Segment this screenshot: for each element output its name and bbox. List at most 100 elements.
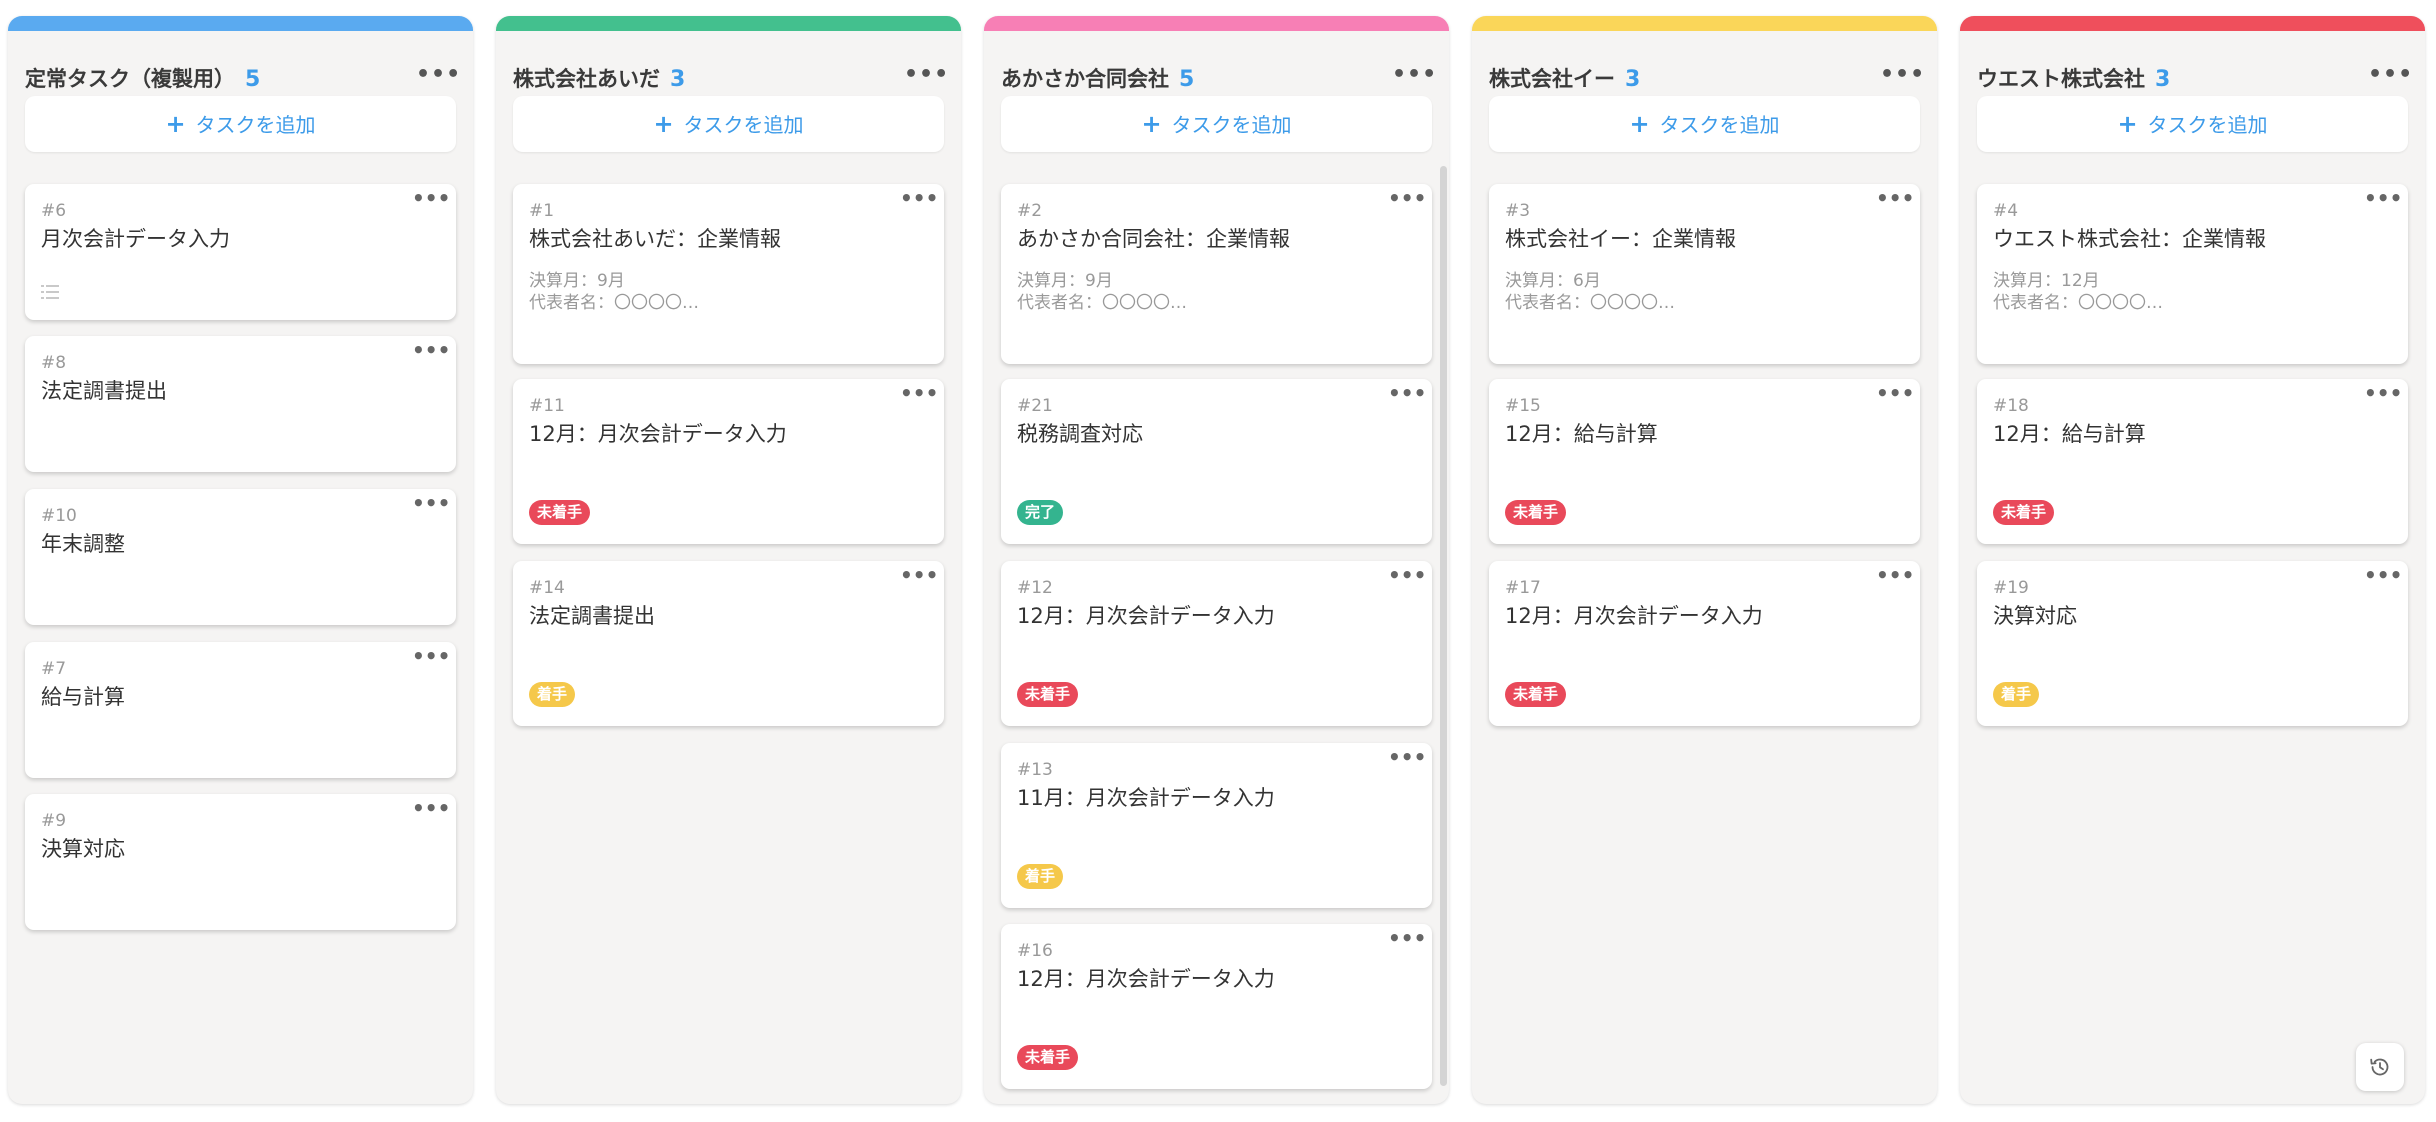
task-id: #21: [1017, 396, 1053, 416]
column-menu-icon[interactable]: •••: [416, 60, 460, 96]
task-card[interactable]: #19 決算対応 ••• 着手: [1977, 561, 2408, 726]
task-card[interactable]: #1 株式会社あいだ：企業情報 ••• 決算月：9月 代表者名：〇〇〇〇…: [513, 184, 944, 364]
task-card[interactable]: #2 あかさか合同会社：企業情報 ••• 決算月：9月 代表者名：〇〇〇〇…: [1001, 184, 1432, 364]
card-menu-icon[interactable]: •••: [412, 340, 450, 364]
card-menu-icon[interactable]: •••: [1876, 188, 1914, 212]
task-card[interactable]: #16 12月：月次会計データ入力 ••• 未着手: [1001, 924, 1432, 1089]
card-menu-icon[interactable]: •••: [1388, 565, 1426, 589]
column-title[interactable]: あかさか合同会社 5: [1001, 63, 1194, 93]
column-task-count: 5: [1179, 67, 1195, 92]
task-id: #13: [1017, 760, 1053, 780]
card-menu-icon[interactable]: •••: [1876, 383, 1914, 407]
task-meta: 代表者名：〇〇〇〇…: [1017, 293, 1187, 313]
task-id: #1: [529, 201, 555, 221]
task-card[interactable]: #7 給与計算 •••: [25, 642, 456, 778]
status-badge: 未着手: [529, 500, 591, 525]
task-id: #15: [1505, 396, 1541, 416]
column-scrollbar[interactable]: [1440, 166, 1447, 1086]
task-card[interactable]: #15 12月：給与計算 ••• 未着手: [1489, 379, 1920, 544]
task-card[interactable]: #3 株式会社イー：企業情報 ••• 決算月：6月 代表者名：〇〇〇〇…: [1489, 184, 1920, 364]
task-card[interactable]: #6 月次会計データ入力 •••: [25, 184, 456, 320]
column-header: 定常タスク（複製用） 5 •••: [25, 60, 460, 96]
column-menu-icon[interactable]: •••: [904, 60, 948, 96]
column-color-bar: [984, 16, 1449, 31]
task-title: 月次会計データ入力: [41, 227, 230, 251]
task-title: 12月：給与計算: [1505, 422, 1658, 446]
task-card[interactable]: #9 決算対応 •••: [25, 794, 456, 930]
task-id: #8: [41, 353, 67, 373]
card-menu-icon[interactable]: •••: [1876, 565, 1914, 589]
status-badge: 未着手: [1993, 500, 2055, 525]
plus-icon: +: [653, 110, 674, 138]
task-card[interactable]: #18 12月：給与計算 ••• 未着手: [1977, 379, 2408, 544]
plus-icon: +: [1141, 110, 1162, 138]
task-id: #18: [1993, 396, 2029, 416]
task-card[interactable]: #4 ウエスト株式会社：企業情報 ••• 決算月：12月 代表者名：〇〇〇〇…: [1977, 184, 2408, 364]
column-menu-icon[interactable]: •••: [2368, 60, 2412, 96]
task-title: ウエスト株式会社：企業情報: [1993, 227, 2266, 251]
task-card[interactable]: #13 11月：月次会計データ入力 ••• 着手: [1001, 743, 1432, 908]
column-title[interactable]: 定常タスク（複製用） 5: [25, 63, 260, 93]
column-header: 株式会社あいだ 3 •••: [513, 60, 948, 96]
card-menu-icon[interactable]: •••: [2364, 383, 2402, 407]
board-column: 株式会社あいだ 3 ••• + タスクを追加 #1 株式会社あいだ：企業情報 ••• 決算月：9…: [496, 16, 961, 1104]
column-task-count: 5: [245, 67, 261, 92]
task-id: #2: [1017, 201, 1043, 221]
history-button[interactable]: [2356, 1043, 2404, 1091]
add-task-button[interactable]: + タスクを追加: [25, 96, 456, 152]
column-header: ウエスト株式会社 3 •••: [1977, 60, 2412, 96]
task-title: 給与計算: [41, 685, 125, 709]
task-card[interactable]: #17 12月：月次会計データ入力 ••• 未着手: [1489, 561, 1920, 726]
card-menu-icon[interactable]: •••: [1388, 383, 1426, 407]
task-card[interactable]: #11 12月：月次会計データ入力 ••• 未着手: [513, 379, 944, 544]
column-title[interactable]: ウエスト株式会社 3: [1977, 63, 2170, 93]
card-menu-icon[interactable]: •••: [900, 383, 938, 407]
column-color-bar: [1960, 16, 2425, 31]
card-menu-icon[interactable]: •••: [412, 493, 450, 517]
status-badge: 未着手: [1505, 682, 1567, 707]
task-id: #4: [1993, 201, 2019, 221]
add-task-button[interactable]: + タスクを追加: [1001, 96, 1432, 152]
column-color-bar: [496, 16, 961, 31]
card-menu-icon[interactable]: •••: [2364, 565, 2402, 589]
task-card[interactable]: #10 年末調整 •••: [25, 489, 456, 625]
board-column: 株式会社イー 3 ••• + タスクを追加 #3 株式会社イー：企業情報 ••• 決算月：6月代…: [1472, 16, 1937, 1104]
card-menu-icon[interactable]: •••: [2364, 188, 2402, 212]
add-task-button[interactable]: + タスクを追加: [1977, 96, 2408, 152]
add-task-button[interactable]: + タスクを追加: [513, 96, 944, 152]
column-title-text: 株式会社イー: [1489, 67, 1615, 91]
add-task-button[interactable]: + タスクを追加: [1489, 96, 1920, 152]
task-card[interactable]: #8 法定調書提出 •••: [25, 336, 456, 472]
board-column: あかさか合同会社 5 ••• + タスクを追加 #2 あかさか合同会社：企業情報 ••• 決算月…: [984, 16, 1449, 1104]
card-menu-icon[interactable]: •••: [412, 646, 450, 670]
add-task-label: タスクを追加: [195, 113, 316, 137]
status-badge: 完了: [1017, 500, 1064, 525]
task-title: 決算対応: [1993, 604, 2077, 628]
column-title-text: ウエスト株式会社: [1977, 67, 2145, 91]
task-title: 決算対応: [41, 837, 125, 861]
column-menu-icon[interactable]: •••: [1880, 60, 1924, 96]
column-title[interactable]: 株式会社イー 3: [1489, 63, 1640, 93]
task-title: 12月：月次会計データ入力: [1017, 967, 1275, 991]
column-title[interactable]: 株式会社あいだ 3: [513, 63, 685, 93]
column-task-count: 3: [2155, 67, 2171, 92]
column-task-count: 3: [670, 67, 686, 92]
card-menu-icon[interactable]: •••: [900, 565, 938, 589]
task-card[interactable]: #14 法定調書提出 ••• 着手: [513, 561, 944, 726]
card-menu-icon[interactable]: •••: [1388, 747, 1426, 771]
task-meta: 代表者名：〇〇〇〇…: [1993, 293, 2163, 313]
card-menu-icon[interactable]: •••: [412, 798, 450, 822]
task-id: #17: [1505, 578, 1541, 598]
card-menu-icon[interactable]: •••: [900, 188, 938, 212]
task-id: #9: [41, 811, 67, 831]
task-card[interactable]: #12 12月：月次会計データ入力 ••• 未着手: [1001, 561, 1432, 726]
task-title: 株式会社イー：企業情報: [1505, 227, 1736, 251]
task-card[interactable]: #21 税務調査対応 ••• 完了: [1001, 379, 1432, 544]
column-menu-icon[interactable]: •••: [1392, 60, 1436, 96]
card-menu-icon[interactable]: •••: [1388, 188, 1426, 212]
card-menu-icon[interactable]: •••: [1388, 928, 1426, 952]
column-title-text: あかさか合同会社: [1001, 67, 1169, 91]
card-menu-icon[interactable]: •••: [412, 188, 450, 212]
task-title: 12月：給与計算: [1993, 422, 2146, 446]
status-badge: 未着手: [1505, 500, 1567, 525]
